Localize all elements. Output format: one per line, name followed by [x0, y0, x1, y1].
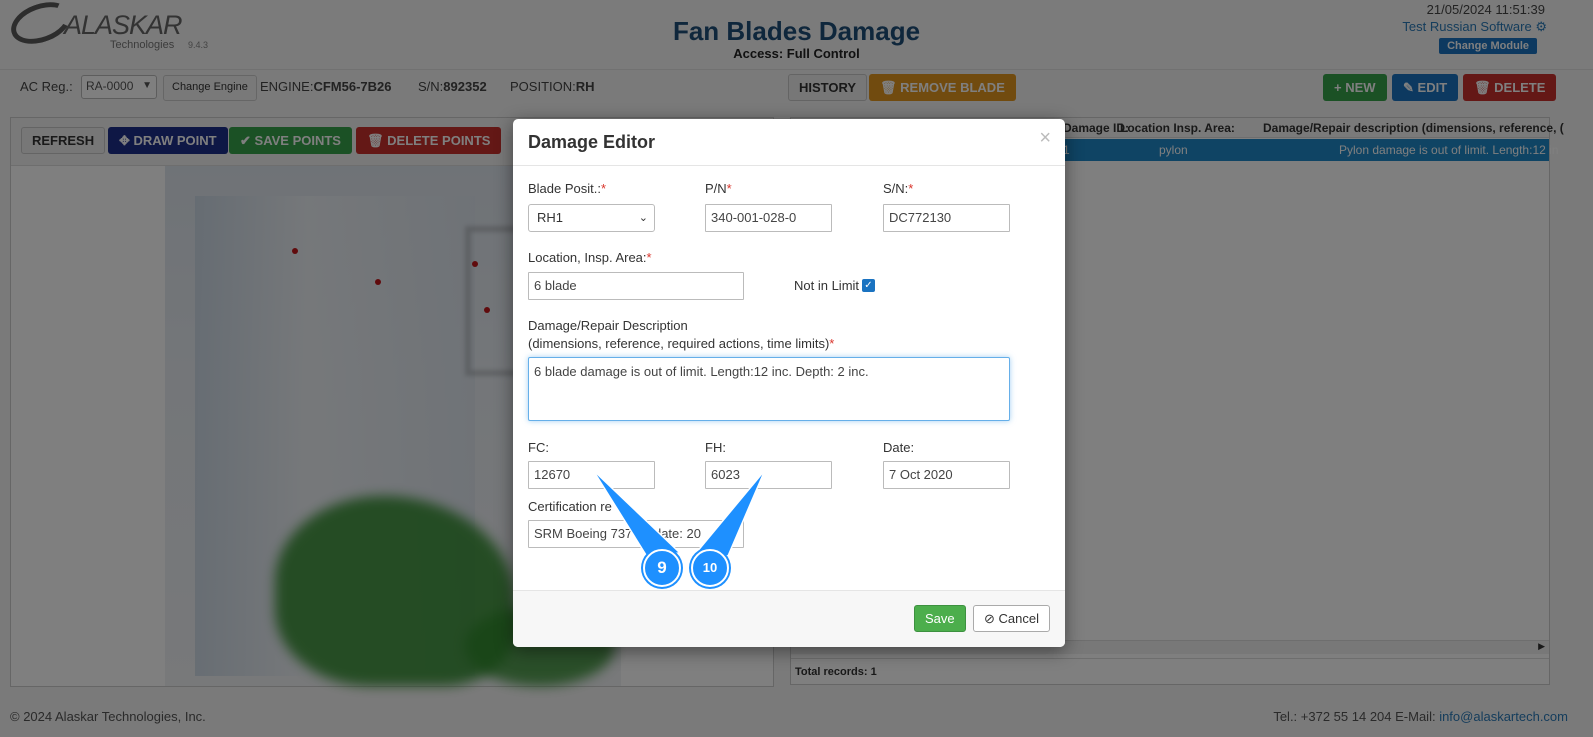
description-hint: (dimensions, reference, required actions… — [528, 336, 834, 351]
location-label: Location, Insp. Area:* — [528, 250, 652, 265]
fh-label: FH: — [705, 440, 726, 455]
fh-input[interactable]: 6023 — [705, 461, 832, 489]
dialog-footer: Save ⊘ Cancel — [513, 590, 1065, 647]
cancel-button[interactable]: ⊘ Cancel — [973, 605, 1050, 632]
date-label: Date: — [883, 440, 915, 455]
ban-icon: ⊘ — [984, 611, 995, 626]
required-mark: * — [908, 181, 914, 196]
callout-badge-9: 9 — [643, 549, 681, 587]
cancel-label: Cancel — [998, 611, 1039, 626]
damage-editor-dialog: Damage Editor × Blade Posit.:* RH1 ⌄ P/N… — [513, 119, 1065, 647]
dialog-header: Damage Editor × — [513, 119, 1065, 166]
blade-position-label: Blade Posit.:* — [528, 181, 606, 196]
pn-label: P/N* — [705, 181, 732, 196]
required-mark: * — [726, 181, 732, 196]
location-label-text: Location, Insp. Area: — [528, 250, 647, 265]
sn-input[interactable]: DC772130 — [883, 204, 1010, 232]
callout-badge-10: 10 — [691, 549, 729, 587]
fc-input[interactable]: 12670 — [528, 461, 655, 489]
required-mark: * — [646, 250, 652, 265]
not-in-limit-checkbox[interactable]: ✓ — [862, 279, 875, 292]
sn-label-text: S/N: — [883, 181, 909, 196]
certification-label: Certification re — [528, 499, 612, 514]
required-mark: * — [829, 336, 835, 351]
date-input[interactable]: 7 Oct 2020 — [883, 461, 1010, 489]
location-input[interactable]: 6 blade — [528, 272, 744, 300]
required-mark: * — [601, 181, 607, 196]
description-hint-text: (dimensions, reference, required actions… — [528, 336, 830, 351]
description-textarea[interactable]: 6 blade damage is out of limit. Length:1… — [528, 357, 1010, 421]
blade-position-value: RH1 — [537, 210, 564, 225]
chevron-down-icon: ⌄ — [638, 212, 648, 224]
dialog-title: Damage Editor — [528, 132, 656, 152]
pn-label-text: P/N — [705, 181, 727, 196]
blade-position-select[interactable]: RH1 ⌄ — [528, 204, 655, 232]
pn-input[interactable]: 340-001-028-0 — [705, 204, 832, 232]
close-icon[interactable]: × — [1039, 127, 1051, 150]
sn-label: S/N:* — [883, 181, 913, 196]
certification-input[interactable]: SRM Boeing 737 01 date: 20 — [528, 520, 744, 548]
save-button[interactable]: Save — [914, 605, 966, 632]
not-in-limit-label: Not in Limit — [794, 278, 860, 293]
description-label: Damage/Repair Description — [528, 318, 688, 333]
fc-label: FC: — [528, 440, 549, 455]
blade-position-label-text: Blade Posit.: — [528, 181, 601, 196]
